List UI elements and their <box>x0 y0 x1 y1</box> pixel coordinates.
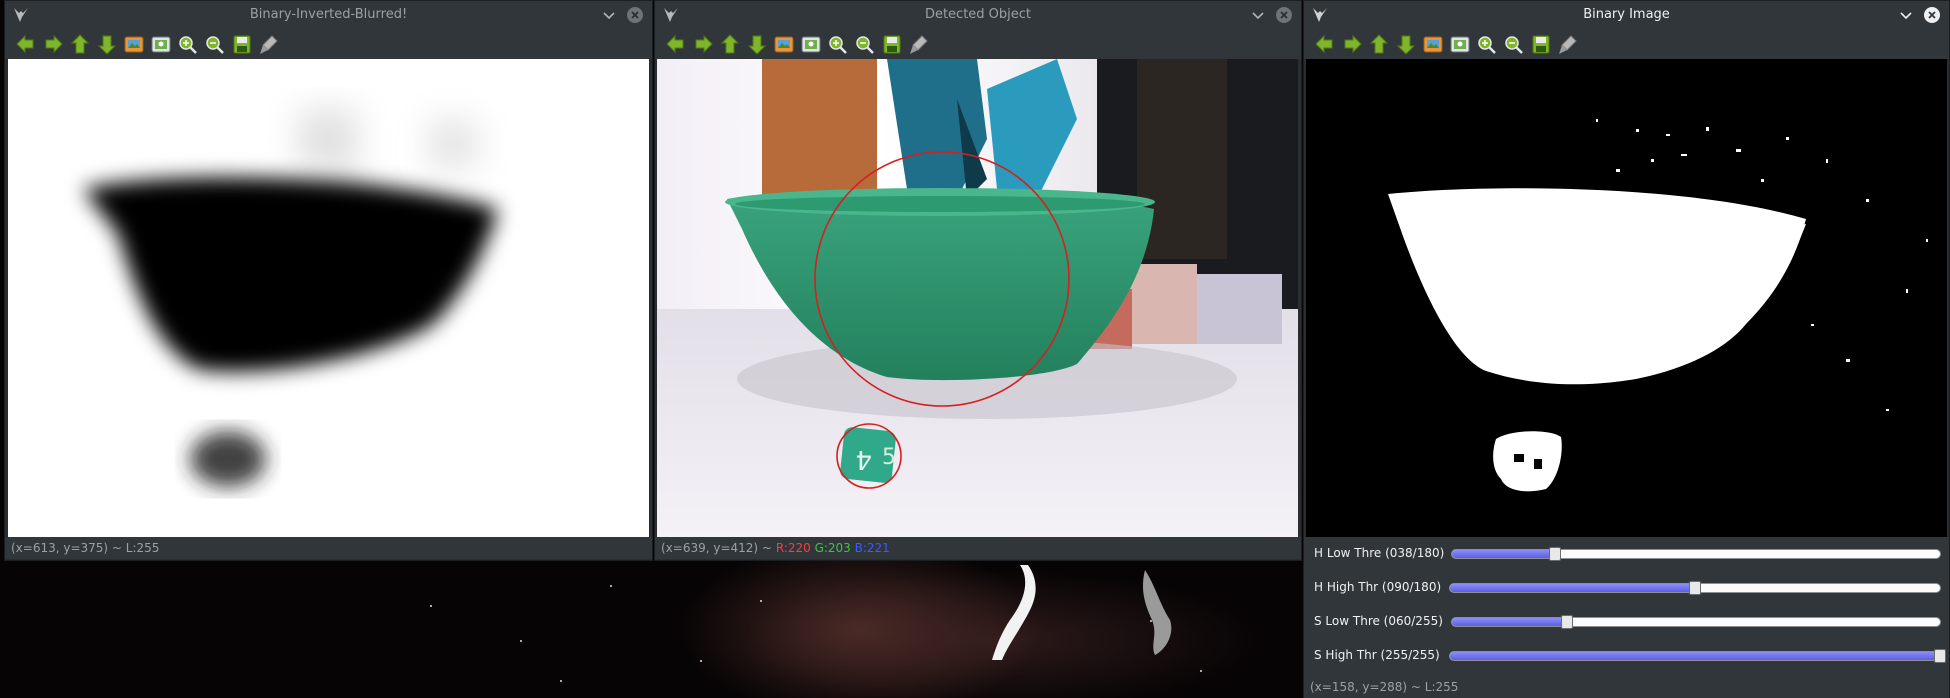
wallpaper-star <box>520 640 522 642</box>
image-icon[interactable] <box>771 32 797 56</box>
trackbar-label: H Low Thre (038/180) <box>1314 546 1445 560</box>
trackbar-handle[interactable] <box>1689 581 1701 595</box>
status-green-value: G:203 <box>814 541 851 555</box>
trackbar-fill <box>1450 584 1695 592</box>
arrow-down-icon[interactable] <box>1393 32 1419 56</box>
wallpaper-star <box>610 585 612 587</box>
trackbar-panel: H Low Thre (038/180) H High Thr (090/180)… <box>1304 537 1949 677</box>
window-binary-inverted-blurred[interactable]: Binary-Inverted-Blurred! (x=613, y=375) <box>4 0 653 561</box>
window-detected-object[interactable]: Detected Object 4 5 (x=639, y=412) ~ R:2… <box>654 0 1302 561</box>
trackbar-slider[interactable] <box>1449 581 1941 595</box>
window-title: Detected Object <box>924 7 1032 22</box>
arrow-down-icon[interactable] <box>744 32 770 56</box>
trackbar-row: H High Thr (090/180) <box>1304 571 1949 605</box>
screenshot-icon[interactable] <box>1447 32 1473 56</box>
binary-mask-image <box>1306 59 1947 537</box>
wallpaper-star <box>560 680 562 682</box>
status-text: (x=613, y=375) ~ L:255 <box>11 541 160 555</box>
blurred-binary-image <box>8 59 649 537</box>
properties-icon[interactable] <box>1555 32 1581 56</box>
wallpaper-star <box>430 605 432 607</box>
chevron-down-icon[interactable] <box>1249 6 1267 24</box>
status-blue-value: B:221 <box>854 541 890 555</box>
arrow-right-icon[interactable] <box>690 32 716 56</box>
status-text: (x=158, y=288) ~ L:255 <box>1310 680 1459 694</box>
arrow-up-icon[interactable] <box>67 32 93 56</box>
window-title: Binary-Inverted-Blurred! <box>249 7 408 22</box>
close-icon[interactable] <box>1275 6 1293 24</box>
window-binary-image[interactable]: Binary Image H Low Thre (038/180) H High … <box>1303 0 1950 698</box>
status-bar: (x=639, y=412) ~ R:220 G:203 B:221 <box>655 537 1301 559</box>
toolbar <box>5 29 652 59</box>
zoom-out-icon[interactable] <box>852 32 878 56</box>
trackbar-slider[interactable] <box>1451 615 1941 629</box>
properties-icon[interactable] <box>906 32 932 56</box>
arrow-left-icon[interactable] <box>1312 32 1338 56</box>
close-icon[interactable] <box>626 6 644 24</box>
zoom-in-icon[interactable] <box>825 32 851 56</box>
trackbar-label: H High Thr (090/180) <box>1314 580 1442 594</box>
wallpaper-star <box>760 600 762 602</box>
trackbar-fill <box>1452 550 1556 558</box>
arrow-down-icon[interactable] <box>94 32 120 56</box>
title-bar[interactable]: Detected Object <box>655 1 1301 29</box>
save-icon[interactable] <box>229 32 255 56</box>
title-bar[interactable]: Binary Image <box>1304 1 1949 29</box>
zoom-out-icon[interactable] <box>202 32 228 56</box>
trackbar-row: S Low Thre (060/255) <box>1304 605 1949 639</box>
arrow-right-icon[interactable] <box>1339 32 1365 56</box>
screenshot-icon[interactable] <box>148 32 174 56</box>
arrow-left-icon[interactable] <box>13 32 39 56</box>
image-canvas[interactable] <box>1306 59 1947 537</box>
status-bar: (x=158, y=288) ~ L:255 <box>1304 676 1949 698</box>
image-canvas[interactable] <box>8 59 649 537</box>
wallpaper-star <box>700 660 702 662</box>
wallpaper-highlight <box>1142 570 1172 655</box>
status-red-value: R:220 <box>775 541 811 555</box>
svg-text:5: 5 <box>882 445 896 470</box>
image-icon[interactable] <box>121 32 147 56</box>
zoom-out-icon[interactable] <box>1501 32 1527 56</box>
window-title: Binary Image <box>1583 7 1670 22</box>
svg-text:4: 4 <box>855 444 872 474</box>
image-icon[interactable] <box>1420 32 1446 56</box>
save-icon[interactable] <box>1528 32 1554 56</box>
trackbar-handle[interactable] <box>1934 649 1946 663</box>
arrow-up-icon[interactable] <box>1366 32 1392 56</box>
arrow-left-icon[interactable] <box>663 32 689 56</box>
trackbar-row: S High Thr (255/255) <box>1304 639 1949 673</box>
arrow-up-icon[interactable] <box>717 32 743 56</box>
wallpaper-highlight <box>992 565 1036 660</box>
trackbar-handle[interactable] <box>1560 615 1573 629</box>
title-bar[interactable]: Binary-Inverted-Blurred! <box>5 1 652 29</box>
zoom-in-icon[interactable] <box>175 32 201 56</box>
trackbar-slider[interactable] <box>1451 547 1941 561</box>
screenshot-icon[interactable] <box>798 32 824 56</box>
trackbar-slider[interactable] <box>1449 649 1946 663</box>
trackbar-handle[interactable] <box>1549 547 1562 561</box>
chevron-down-icon[interactable] <box>1897 6 1915 24</box>
save-icon[interactable] <box>879 32 905 56</box>
close-icon[interactable] <box>1923 6 1941 24</box>
wallpaper-star <box>1200 670 1202 672</box>
status-bar: (x=613, y=375) ~ L:255 <box>5 537 652 559</box>
properties-icon[interactable] <box>256 32 282 56</box>
trackbar-label: S High Thr (255/255) <box>1314 648 1440 662</box>
status-coords: (x=639, y=412) ~ <box>661 541 772 555</box>
trackbar-fill <box>1452 618 1567 626</box>
camera-frame-image: 4 5 <box>657 59 1298 537</box>
trackbar-fill <box>1450 652 1940 660</box>
zoom-in-icon[interactable] <box>1474 32 1500 56</box>
trackbar-row: H Low Thre (038/180) <box>1304 537 1949 571</box>
toolbar <box>655 29 1301 59</box>
arrow-right-icon[interactable] <box>40 32 66 56</box>
image-canvas[interactable]: 4 5 <box>657 59 1298 537</box>
chevron-down-icon[interactable] <box>600 6 618 24</box>
toolbar <box>1304 29 1949 59</box>
trackbar-label: S Low Thre (060/255) <box>1314 614 1443 628</box>
